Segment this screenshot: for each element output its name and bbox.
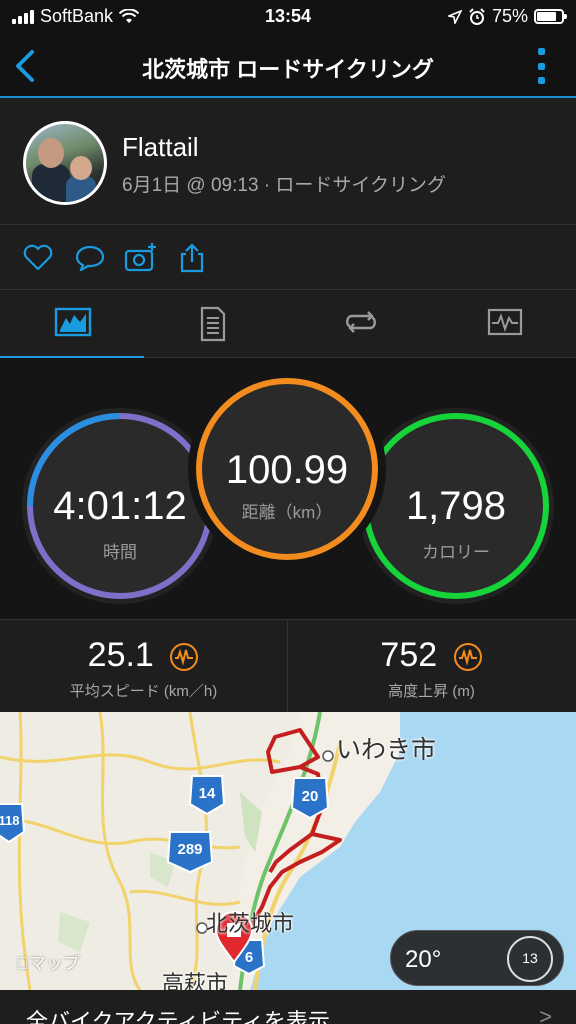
details-tab-icon [200,306,226,342]
location-icon [447,9,462,24]
comment-icon[interactable] [74,242,106,274]
svg-text:118: 118 [0,813,19,828]
avg-speed-value: 25.1 [87,636,154,674]
battery-percent: 75% [491,6,528,26]
stats-divider [287,620,288,712]
svg-text:20: 20 [302,788,319,805]
laps-tab-icon [346,311,376,333]
temperature: 20° [405,946,442,973]
ascent-value: 752 [380,636,438,674]
tab-laps[interactable] [288,290,432,358]
svg-text:14: 14 [199,785,216,802]
page-title: 北茨城市 ロードサイクリング [142,57,434,82]
calories-ring: 1,798 カロリー [358,408,554,604]
speed-chart-icon [170,643,199,672]
stats-row: 25.1 平均スピード (km／h) 752 高度上昇 (m) [0,620,576,712]
distance-value: 100.99 [225,448,349,492]
calories-label: カロリー [422,543,490,562]
map-label-kitaibaraki: 北茨城市 [206,911,295,936]
route-shield-20: 20 [290,777,330,820]
tab-charts[interactable] [432,290,576,358]
route-map[interactable]: 118 14 20 289 6 いわき市 北茨城市 高萩市 マップ 20° 1… [0,712,576,990]
activity-header: Flattail 6月1日 @ 09:13 · ロードサイクリング [0,100,576,225]
tab-overview[interactable] [0,290,144,359]
ascent-stat[interactable]: 752 高度上昇 (m) [288,620,575,712]
more-options-icon[interactable] [536,48,546,84]
charts-tab-icon [487,308,523,336]
footer-link-label: 全バイクアクティビティを表示 [26,1009,330,1024]
status-bar: SoftBank 13:54 75% [0,0,576,34]
overview-tab-icon [54,307,92,337]
chevron-right-icon: > [539,1004,552,1024]
user-name[interactable]: Flattail [122,132,199,163]
nav-bar: 北茨城市 ロードサイクリング [0,34,576,98]
action-bar [0,226,576,290]
tab-details[interactable] [144,290,288,358]
calories-value: 1,798 [405,484,507,528]
summary-rings: 4:01:12 時間 1,798 カロリー 100.99 距離（km） [0,358,576,620]
svg-text:289: 289 [177,841,202,858]
distance-ring: 100.99 距離（km） [188,370,386,568]
route-shield-289: 289 [166,831,214,874]
like-icon[interactable] [22,242,54,274]
add-photo-icon[interactable] [124,242,158,274]
wind-compass-icon: 13 [507,936,553,982]
avg-speed-stat[interactable]: 25.1 平均スピード (km／h) [0,620,287,712]
apple-logo-icon:  [16,954,29,973]
ascent-label: 高度上昇 (m) [388,683,475,700]
distance-label: 距離（km） [241,503,333,522]
share-icon[interactable] [176,242,208,274]
alarm-icon [469,7,485,25]
tab-bar [0,290,576,359]
all-bike-activities-link[interactable]: 全バイクアクティビティを表示 > [0,990,576,1024]
weather-badge: 20° 13 [390,930,564,986]
battery-icon [534,9,567,24]
ascent-chart-icon [453,643,482,672]
svg-text:6: 6 [245,949,253,966]
maps-attribution: マップ [16,954,80,973]
avatar[interactable] [23,121,107,205]
activity-meta: 6月1日 @ 09:13 · ロードサイクリング [122,175,447,196]
time-label: 時間 [103,543,137,562]
map-label-takahagi: 高萩市 [162,971,229,990]
avg-speed-label: 平均スピード (km／h) [69,683,218,700]
map-label-iwaki: いわき市 [336,736,437,764]
